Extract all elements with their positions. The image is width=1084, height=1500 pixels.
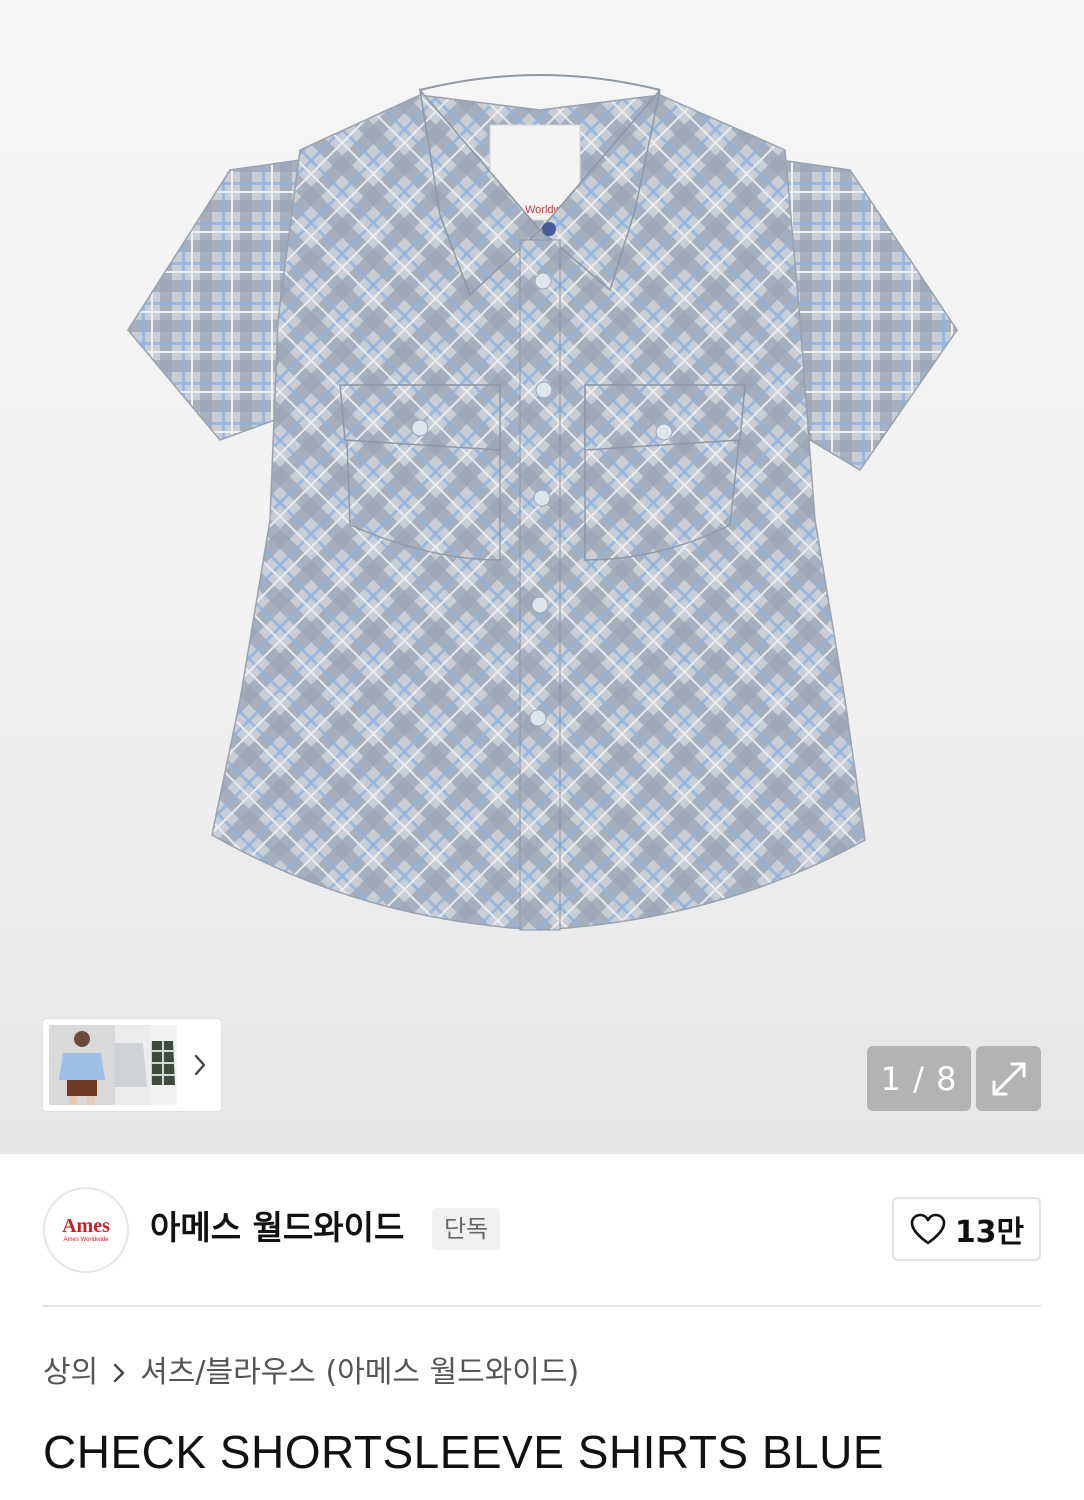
thumbnail-strip[interactable] [43,1019,221,1111]
breadcrumb-level2[interactable]: 셔츠/블라우스 (아메스 월드와이드) [140,1350,579,1396]
chevron-right-icon [112,1362,126,1384]
brand-row: Ames Ames Worldwide 아메스 월드와이드 단독 13만 [0,1154,1084,1306]
expand-button[interactable] [976,1046,1041,1111]
like-button[interactable]: 13만 [892,1197,1041,1261]
breadcrumb-level1[interactable]: 상의 [43,1350,98,1396]
product-title: CHECK SHORTSLEEVE SHIRTS BLUE [43,1426,885,1478]
image-counter: 1 / 8 [867,1046,971,1111]
heart-outline-icon [910,1213,946,1245]
like-count: 13만 [954,1215,1025,1250]
chevron-right-icon[interactable] [185,1049,215,1081]
thumbnail-model-front[interactable] [49,1025,115,1105]
brand-logo-subtext: Ames Worldwide [63,1237,109,1243]
brand-name[interactable]: 아메스 월드와이드 [150,1206,404,1250]
divider [43,1305,1041,1307]
product-image[interactable]: Ames Worldwide [0,0,1084,1000]
brand-logo-text: Ames [62,1215,110,1237]
exclusive-badge: 단독 [432,1208,501,1250]
breadcrumb: 상의 셔츠/블라우스 (아메스 월드와이드) [43,1350,579,1396]
brand-logo[interactable]: Ames Ames Worldwide [43,1187,129,1273]
expand-arrows-icon [992,1062,1025,1095]
product-gallery[interactable]: Ames Worldwide 1 / 8 [0,0,1084,1154]
image-counter-text: 1 / 8 [880,1059,958,1098]
